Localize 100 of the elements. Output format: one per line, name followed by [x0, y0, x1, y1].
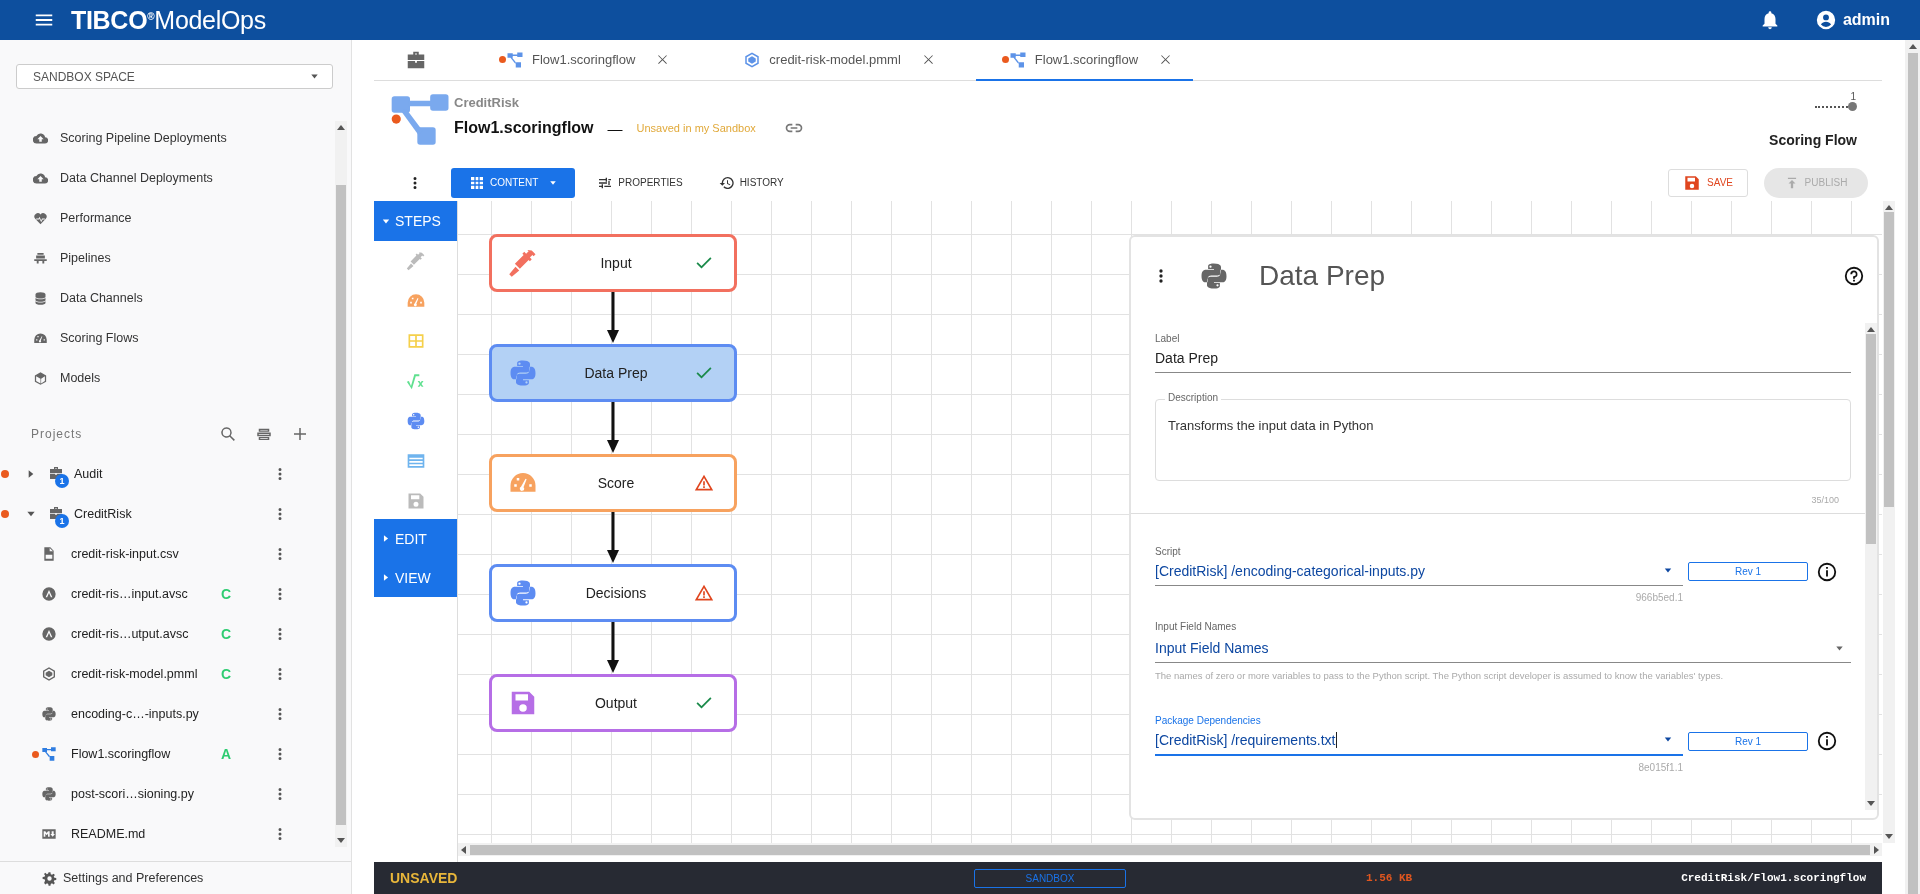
- pipeline-icon: [33, 250, 48, 266]
- caret-icon[interactable]: [27, 470, 35, 478]
- caret-icon: [549, 179, 558, 186]
- cube-outline-icon: [41, 666, 57, 682]
- space-dropdown[interactable]: SANDBOX SPACE: [16, 64, 333, 89]
- history-icon: [718, 174, 735, 191]
- revision-hash: 966b5ed.1: [1634, 592, 1683, 603]
- help-icon[interactable]: [1843, 265, 1865, 287]
- file-name[interactable]: credit-ris…utput.avsc: [71, 627, 221, 641]
- file-name[interactable]: encoding-c…-inputs.py: [71, 707, 221, 721]
- caret-icon: [382, 217, 390, 225]
- connector-arrow: [607, 402, 619, 454]
- scrollbar[interactable]: [1883, 201, 1895, 843]
- flow-node[interactable]: Score: [489, 454, 737, 512]
- tab[interactable]: credit-risk-model.pmml: [710, 40, 956, 81]
- user-menu[interactable]: admin: [1814, 9, 1890, 31]
- script-select[interactable]: [CreditRisk] /encoding-categorical-inputs.py: [1155, 557, 1683, 586]
- scrollbar[interactable]: [1865, 323, 1877, 810]
- tab[interactable]: Flow1.scoringflow: [473, 40, 691, 81]
- palette-section[interactable]: EDIT: [374, 519, 457, 558]
- palette-section[interactable]: VIEW: [374, 558, 457, 597]
- revision-button[interactable]: Rev 1: [1688, 731, 1808, 751]
- file-name[interactable]: post-scori…sioning.py: [71, 787, 221, 801]
- markdown-icon: [41, 826, 57, 842]
- python-icon: [508, 578, 538, 608]
- file-name[interactable]: README.md: [71, 827, 221, 841]
- caret-icon: [1834, 645, 1845, 652]
- grid-icon: [469, 174, 485, 191]
- connector-arrow: [607, 512, 619, 564]
- file-path: CreditRisk/Flow1.scoringflow: [1681, 872, 1866, 884]
- python-icon: [1199, 261, 1229, 291]
- flow-node[interactable]: Input: [489, 234, 737, 292]
- app-logo: TIBCO$^{®}$ModelOps: [71, 5, 266, 35]
- briefcase-icon[interactable]: [405, 49, 427, 71]
- revision-hash: 8e015f1.1: [1637, 762, 1683, 773]
- flow-node[interactable]: Decisions: [489, 564, 737, 622]
- cube-outline-icon: [743, 50, 762, 69]
- input-field-names-select[interactable]: Input Field Names: [1155, 634, 1851, 663]
- project-name[interactable]: CreditRisk: [74, 507, 271, 521]
- save-status: Unsaved in my Sandbox: [636, 122, 756, 134]
- field-label: Input Field Names: [1155, 621, 1238, 632]
- nav-item[interactable]: Pipelines: [0, 238, 335, 278]
- view-button[interactable]: HISTORY: [704, 167, 798, 198]
- tab[interactable]: Flow1.scoringflow: [975, 40, 1194, 81]
- flow-icon: [506, 50, 524, 69]
- nav-item[interactable]: Data Channels: [0, 278, 335, 318]
- file-name[interactable]: Flow1.scoringflow: [71, 747, 221, 761]
- save-state: UNSAVED: [390, 870, 459, 886]
- info-icon[interactable]: [1816, 560, 1838, 583]
- separator: —: [607, 119, 623, 137]
- field-label: Label: [1155, 333, 1181, 344]
- caret-icon: [309, 73, 320, 80]
- character-counter: 35/100: [1811, 495, 1839, 505]
- python-icon: [508, 358, 538, 388]
- caret-icon: [382, 535, 390, 542]
- file-name[interactable]: credit-ris…input.avsc: [71, 587, 221, 601]
- python-icon: [41, 786, 57, 802]
- cloud-upload-icon: [33, 170, 48, 186]
- view-button[interactable]: PROPERTIES: [583, 167, 697, 198]
- view-button[interactable]: CONTENT: [451, 167, 576, 198]
- caret-icon[interactable]: [27, 510, 35, 518]
- revision-button[interactable]: Rev 1: [1688, 562, 1808, 581]
- info-icon[interactable]: [1816, 730, 1838, 752]
- label-field[interactable]: Data Prep: [1155, 344, 1851, 373]
- scrollbar[interactable]: [335, 121, 347, 847]
- heart-pulse-icon: [33, 210, 48, 226]
- caret-icon: [1663, 736, 1673, 743]
- plus-icon[interactable]: [291, 425, 309, 443]
- file-name[interactable]: credit-risk-input.csv: [71, 547, 221, 561]
- flow-node[interactable]: Output: [489, 674, 737, 732]
- space-indicator: SANDBOX: [974, 868, 1126, 888]
- caret-icon: [1663, 567, 1673, 574]
- nav-item[interactable]: Performance: [0, 198, 335, 238]
- nav-item[interactable]: Scoring Flows: [0, 318, 335, 358]
- file-name[interactable]: credit-risk-model.pmml: [71, 667, 221, 681]
- status-letter: C: [221, 626, 233, 642]
- document-type: Scoring Flow: [1769, 132, 1857, 148]
- scrollbar[interactable]: [458, 843, 1882, 856]
- palette-section[interactable]: STEPS: [374, 201, 457, 241]
- nav-item[interactable]: Data Channel Deployments: [0, 158, 335, 198]
- nav-item[interactable]: Scoring Pipeline Deployments: [0, 118, 335, 158]
- cloud-upload-icon: [33, 130, 48, 146]
- settings-link[interactable]: Settings and Preferences: [0, 861, 351, 894]
- connector-arrow: [607, 622, 619, 674]
- field-label: Package Dependencies: [1155, 715, 1262, 726]
- python-icon: [41, 706, 57, 722]
- panel-title: Data Prep: [1259, 260, 1386, 292]
- caret-icon: [382, 574, 390, 581]
- status-letter: C: [221, 666, 233, 682]
- save-button[interactable]: SAVE: [1668, 168, 1748, 197]
- nav-item[interactable]: Models: [0, 358, 335, 398]
- settings-icon: [42, 870, 57, 886]
- connector-arrow: [607, 292, 619, 344]
- flow-node[interactable]: Data Prep: [489, 344, 737, 402]
- package-select[interactable]: [CreditRisk] /requirements.txt: [1155, 726, 1683, 756]
- project-name[interactable]: Audit: [74, 467, 271, 481]
- search-icon[interactable]: [219, 425, 237, 443]
- syringe-icon: [508, 248, 538, 278]
- scrollbar[interactable]: [1905, 40, 1920, 894]
- project-name: CreditRisk: [454, 95, 521, 110]
